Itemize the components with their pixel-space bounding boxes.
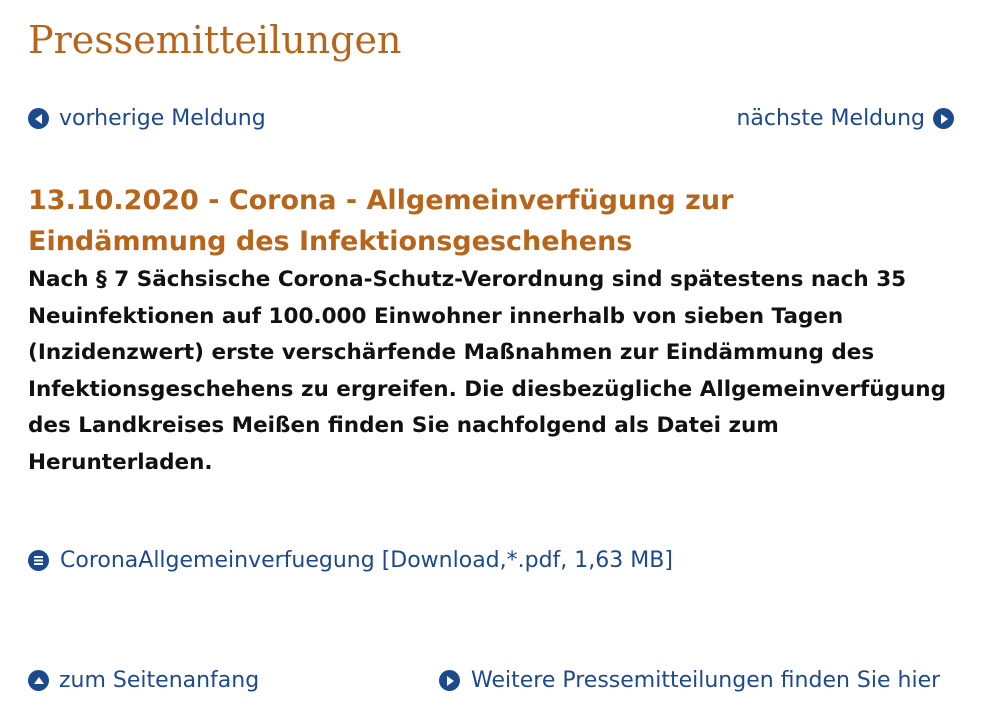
page-title: Pressemitteilungen (28, 18, 402, 62)
article-headline: 13.10.2020 - Corona - Allgemeinverfügung… (28, 185, 734, 257)
next-news-link[interactable]: nächste Meldung (736, 106, 954, 131)
arrow-left-circle-icon (28, 108, 49, 129)
arrow-right-circle-icon (439, 670, 460, 691)
previous-news-link[interactable]: vorherige Meldung (28, 106, 266, 131)
download-link[interactable]: CoronaAllgemeinverfuegung [Download,*.pd… (28, 548, 673, 573)
back-to-top-link[interactable]: zum Seitenanfang (28, 668, 259, 693)
article-lead-text: Nach § 7 Sächsische Corona-Schutz-Verord… (28, 267, 946, 475)
next-news-label: nächste Meldung (736, 106, 925, 131)
previous-news-label: vorherige Meldung (59, 106, 266, 131)
more-press-releases-link[interactable]: Weitere Pressemitteilungen finden Sie hi… (439, 668, 940, 693)
more-press-releases-label: Weitere Pressemitteilungen finden Sie hi… (471, 668, 941, 693)
arrow-right-circle-icon (933, 108, 954, 129)
download-label: CoronaAllgemeinverfuegung [Download,*.pd… (60, 548, 673, 573)
arrow-up-circle-icon (28, 670, 49, 691)
document-list-icon (28, 550, 49, 571)
back-to-top-label: zum Seitenanfang (59, 668, 260, 693)
